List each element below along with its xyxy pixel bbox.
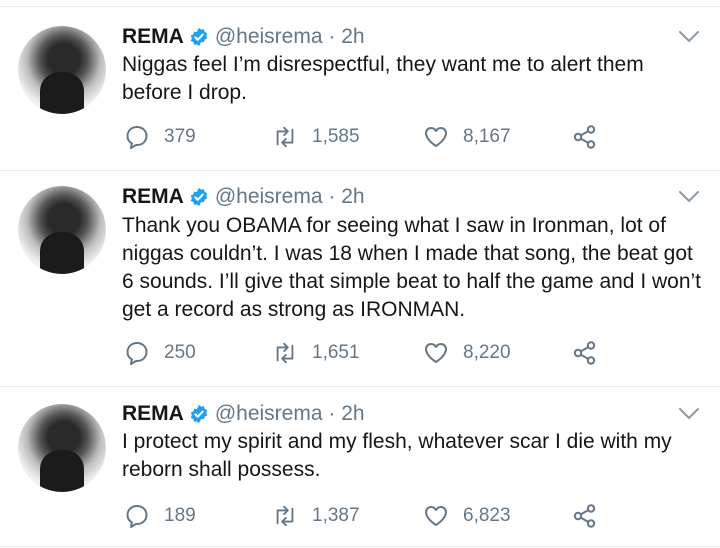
retweet-button[interactable]: 1,585 bbox=[272, 122, 360, 152]
reply-icon bbox=[126, 342, 148, 365]
avatar[interactable] bbox=[18, 186, 106, 274]
tweet-text: Thank you OBAMA for seeing what I saw in… bbox=[122, 214, 702, 321]
like-button[interactable]: 8,167 bbox=[423, 122, 511, 152]
author-handle-time[interactable]: @heisrema · 2h bbox=[215, 185, 365, 209]
reply-count: 250 bbox=[164, 342, 196, 363]
divider bbox=[0, 546, 720, 547]
tweet-header: REMA @heisrema · 2h bbox=[122, 399, 365, 429]
reply-icon bbox=[126, 126, 148, 149]
reply-icon bbox=[126, 505, 148, 528]
like-button[interactable]: 8,220 bbox=[423, 338, 511, 368]
retweet-icon bbox=[276, 342, 294, 364]
chevron-down-icon[interactable] bbox=[678, 30, 700, 44]
tweet-feed: REMA @heisrema · 2h Niggas feel I’m disr… bbox=[0, 0, 720, 548]
verified-badge-icon bbox=[190, 27, 208, 47]
tweet-header: REMA @heisrema · 2h bbox=[122, 22, 365, 52]
avatar[interactable] bbox=[18, 26, 106, 114]
tweet[interactable]: REMA @heisrema · 2h Thank you OBAMA for … bbox=[0, 170, 720, 386]
author-name[interactable]: REMA bbox=[122, 185, 184, 209]
author-name[interactable]: REMA bbox=[122, 402, 184, 426]
chevron-down-icon[interactable] bbox=[678, 190, 700, 204]
retweet-count: 1,585 bbox=[312, 126, 360, 147]
like-count: 8,220 bbox=[463, 342, 511, 363]
author-name[interactable]: REMA bbox=[122, 25, 184, 49]
like-count: 8,167 bbox=[463, 126, 511, 147]
tweet[interactable]: REMA @heisrema · 2h I protect my spirit … bbox=[0, 386, 720, 548]
share-icon bbox=[573, 125, 596, 149]
avatar[interactable] bbox=[18, 404, 106, 492]
reply-button[interactable]: 250 bbox=[124, 338, 196, 368]
share-button[interactable] bbox=[572, 122, 598, 152]
reply-count: 379 bbox=[164, 126, 196, 147]
share-icon bbox=[573, 341, 596, 365]
like-button[interactable]: 6,823 bbox=[423, 501, 511, 531]
chevron-down-icon[interactable] bbox=[678, 407, 700, 421]
retweet-button[interactable]: 1,387 bbox=[272, 501, 360, 531]
like-icon bbox=[425, 127, 447, 147]
like-count: 6,823 bbox=[463, 505, 511, 526]
reply-button[interactable]: 189 bbox=[124, 501, 196, 531]
tweet-header: REMA @heisrema · 2h bbox=[122, 182, 365, 212]
verified-badge-icon bbox=[190, 187, 208, 207]
like-icon bbox=[425, 506, 447, 526]
share-icon bbox=[573, 504, 596, 528]
tweet-text: I protect my spirit and my flesh, whatev… bbox=[122, 430, 672, 481]
verified-badge-icon bbox=[190, 404, 208, 424]
share-button[interactable] bbox=[572, 338, 598, 368]
reply-button[interactable]: 379 bbox=[124, 122, 196, 152]
reply-count: 189 bbox=[164, 505, 196, 526]
tweet[interactable]: REMA @heisrema · 2h Niggas feel I’m disr… bbox=[0, 0, 720, 170]
like-icon bbox=[425, 343, 447, 363]
tweet-text: Niggas feel I’m disrespectful, they want… bbox=[122, 53, 644, 104]
retweet-icon bbox=[276, 126, 294, 148]
retweet-count: 1,387 bbox=[312, 505, 360, 526]
retweet-button[interactable]: 1,651 bbox=[272, 338, 360, 368]
retweet-count: 1,651 bbox=[312, 342, 360, 363]
share-button[interactable] bbox=[572, 501, 598, 531]
retweet-icon bbox=[276, 505, 294, 527]
author-handle-time[interactable]: @heisrema · 2h bbox=[215, 402, 365, 426]
author-handle-time[interactable]: @heisrema · 2h bbox=[215, 25, 365, 49]
